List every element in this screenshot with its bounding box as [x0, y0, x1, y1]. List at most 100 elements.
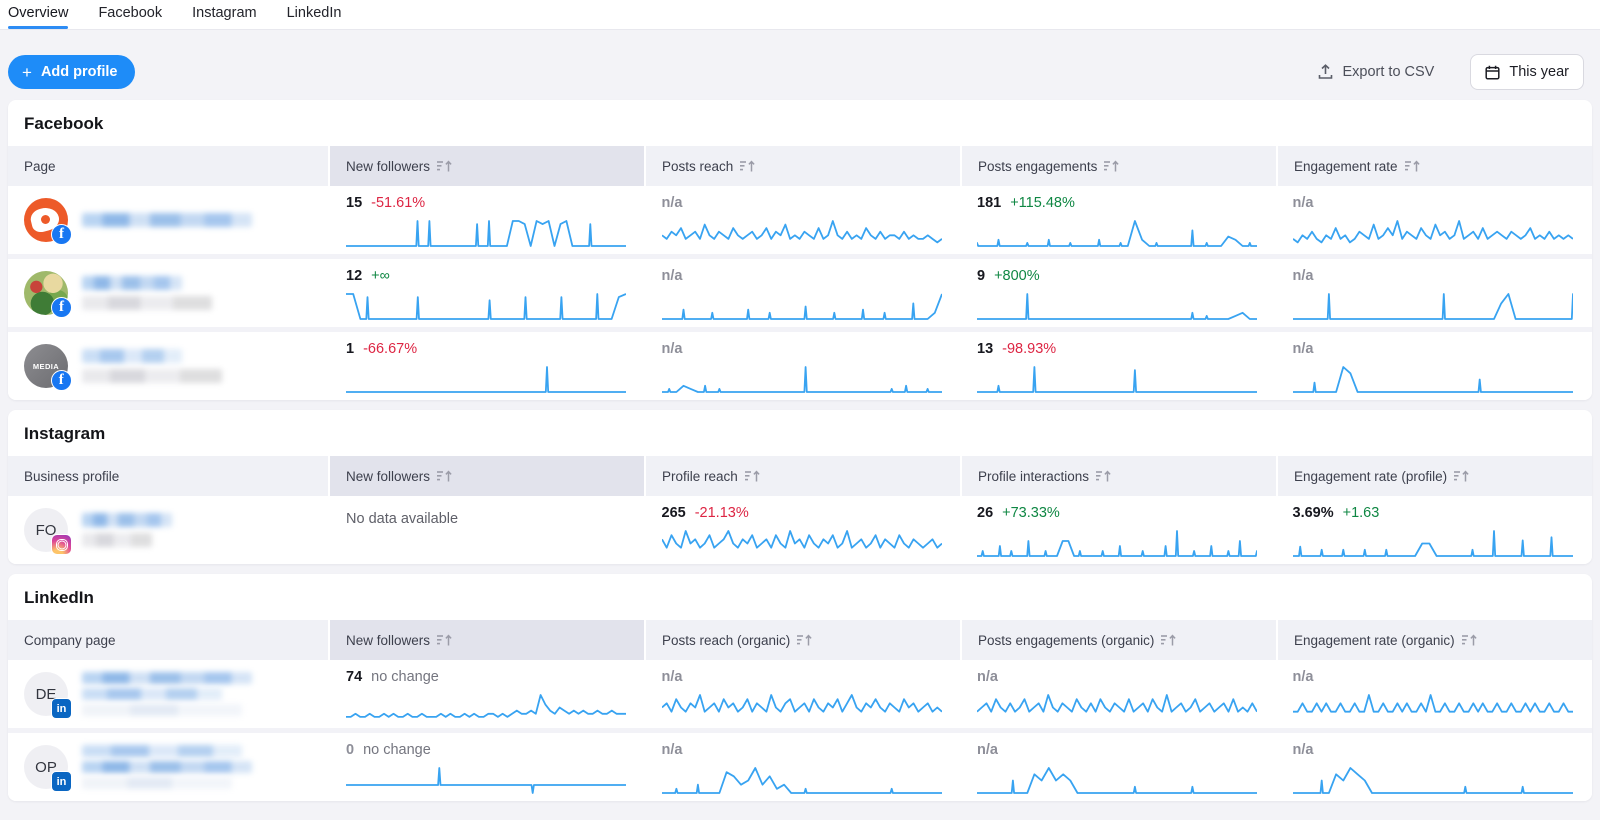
profile-cell[interactable]: f — [8, 259, 330, 327]
avatar: DE in — [24, 672, 68, 716]
sparkline-chart — [662, 218, 942, 248]
sort-icon — [1161, 633, 1176, 647]
tab-facebook[interactable]: Facebook — [98, 5, 162, 29]
column-header-posts-reach[interactable]: Posts reach — [646, 146, 962, 186]
sparkline-chart — [977, 765, 1257, 795]
export-icon — [1318, 64, 1333, 80]
export-label: Export to CSV — [1342, 64, 1434, 80]
sparkline-chart — [662, 291, 942, 321]
tab-instagram[interactable]: Instagram — [192, 5, 256, 29]
column-header-posts-reach-organic[interactable]: Posts reach (organic) — [646, 620, 962, 660]
metric-cell-posts-engagements: n/a — [961, 733, 1277, 801]
column-header-company-page: Company page — [8, 620, 330, 660]
sort-icon — [1104, 159, 1119, 173]
page-name-redacted — [82, 276, 212, 310]
metric-value: n/a — [662, 195, 683, 211]
sparkline-chart — [346, 692, 626, 722]
metric-value: n/a — [1293, 742, 1314, 758]
column-header-profile-interactions[interactable]: Profile interactions — [962, 456, 1278, 496]
date-range-label: This year — [1509, 64, 1569, 80]
sparkline-chart — [1293, 218, 1573, 248]
metric-cell-posts-engagements: 9+800% — [961, 259, 1277, 327]
export-csv-button[interactable]: Export to CSV — [1312, 63, 1440, 81]
metric-value: 15 — [346, 195, 362, 211]
add-profile-button[interactable]: + Add profile — [8, 55, 135, 89]
metric-value: 26 — [977, 505, 993, 521]
sparkline-chart — [977, 218, 1257, 248]
sort-asc-icon — [437, 469, 452, 483]
metric-value: n/a — [662, 268, 683, 284]
metric-cell-new-followers: 0no change — [330, 733, 646, 801]
profile-cell[interactable]: DE in — [8, 660, 330, 728]
linkedin-badge-icon: in — [51, 771, 72, 792]
sparkline-chart — [662, 692, 942, 722]
column-header-new-followers[interactable]: New followers — [330, 146, 646, 186]
tab-linkedin[interactable]: LinkedIn — [287, 5, 342, 29]
metric-cell-new-followers: No data available — [330, 496, 646, 564]
column-header-engagement-rate[interactable]: Engagement rate — [1278, 146, 1592, 186]
tab-overview[interactable]: Overview — [8, 5, 68, 29]
column-header-profile-reach[interactable]: Profile reach — [646, 456, 962, 496]
sort-icon — [1405, 159, 1420, 173]
table-row: OP in 0no change n/a n/a n/a — [8, 728, 1592, 801]
facebook-badge-icon: f — [51, 370, 72, 391]
avatar-label: MEDIA — [33, 362, 59, 371]
sparkline-chart — [1293, 692, 1573, 722]
column-header-posts-engagements[interactable]: Posts engagements — [962, 146, 1278, 186]
sparkline-chart — [1293, 291, 1573, 321]
column-header-new-followers[interactable]: New followers — [330, 620, 646, 660]
sort-icon — [1096, 469, 1111, 483]
profile-cell[interactable]: MEDIA f — [8, 332, 330, 400]
instagram-table-header: Business profile New followers Profile r… — [8, 456, 1592, 496]
sort-icon — [1454, 469, 1469, 483]
sort-asc-icon — [437, 633, 452, 647]
profile-cell[interactable]: f — [8, 186, 330, 254]
metric-cell-engagement-rate: n/a — [1277, 186, 1593, 254]
section-title-instagram: Instagram — [8, 410, 1592, 456]
avatar: f — [24, 198, 68, 242]
column-header-posts-engagements-organic[interactable]: Posts engagements (organic) — [962, 620, 1278, 660]
metric-value: 265 — [662, 505, 686, 521]
column-header-engagement-rate-organic[interactable]: Engagement rate (organic) — [1278, 620, 1592, 660]
metric-cell-new-followers: 15-51.61% — [330, 186, 646, 254]
sort-icon — [740, 159, 755, 173]
sparkline-chart — [1293, 528, 1573, 558]
column-header-business-profile: Business profile — [8, 456, 330, 496]
column-header-page: Page — [8, 146, 330, 186]
page-name-redacted — [82, 349, 222, 383]
toolbar-right: Export to CSV This year — [1312, 54, 1584, 90]
sparkline-chart — [1293, 364, 1573, 394]
add-profile-label: Add profile — [41, 64, 118, 80]
profile-cell[interactable]: OP in — [8, 733, 330, 801]
sparkline-chart — [662, 765, 942, 795]
column-header-engagement-rate-profile[interactable]: Engagement rate (profile) — [1278, 456, 1592, 496]
metric-cell-posts-reach: n/a — [646, 733, 962, 801]
metric-cell-engagement-rate: 3.69%+1.63 — [1277, 496, 1593, 564]
section-title-linkedin: LinkedIn — [8, 574, 1592, 620]
metric-value: 9 — [977, 268, 985, 284]
column-header-new-followers[interactable]: New followers — [330, 456, 646, 496]
profile-cell[interactable]: FO — [8, 496, 330, 564]
section-title-facebook: Facebook — [8, 100, 1592, 146]
sparkline-chart — [346, 765, 626, 795]
sparkline-chart — [977, 291, 1257, 321]
sparkline-chart — [977, 528, 1257, 558]
instagram-badge-icon — [51, 534, 72, 555]
metric-value: n/a — [977, 742, 998, 758]
metric-cell-posts-reach: n/a — [646, 660, 962, 728]
linkedin-badge-icon: in — [51, 698, 72, 719]
metric-value: n/a — [1293, 341, 1314, 357]
metric-value: 181 — [977, 195, 1001, 211]
facebook-badge-icon: f — [51, 297, 72, 318]
date-range-button[interactable]: This year — [1470, 54, 1584, 90]
facebook-badge-icon: f — [51, 224, 72, 245]
plus-icon: + — [22, 64, 32, 81]
metric-delta: no change — [363, 742, 431, 758]
metric-value: n/a — [662, 669, 683, 685]
table-row: DE in 74no change n/a n/a n/a — [8, 660, 1592, 728]
metric-delta: +73.33% — [1002, 505, 1060, 521]
metric-cell-engagement-rate: n/a — [1277, 332, 1593, 400]
facebook-section-card: Facebook Page New followers Posts reach … — [8, 100, 1592, 400]
sparkline-chart — [977, 692, 1257, 722]
sort-icon — [745, 469, 760, 483]
